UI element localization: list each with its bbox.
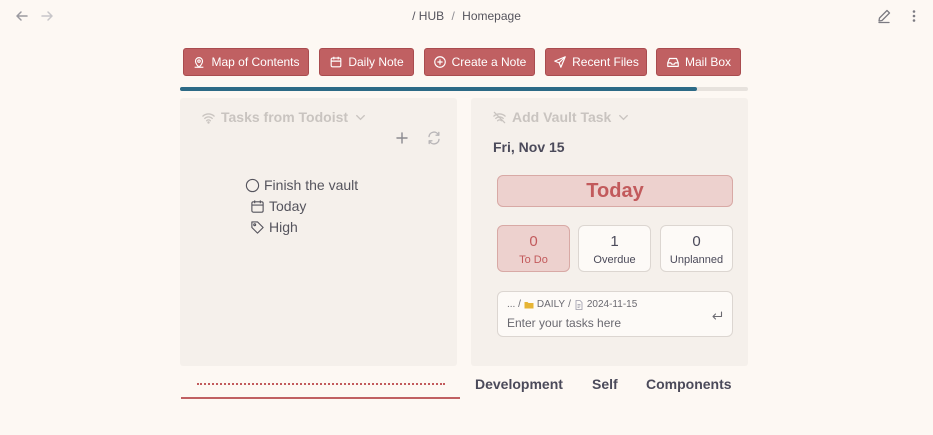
title-bar: / HUB / Homepage xyxy=(0,0,933,32)
task-priority-label: High xyxy=(269,219,298,235)
stat-overdue-value: 1 xyxy=(610,233,619,250)
progress-bar xyxy=(180,87,748,91)
tab-development[interactable]: Development xyxy=(475,376,563,392)
stat-todo[interactable]: 0 To Do xyxy=(497,225,570,272)
refresh-icon[interactable] xyxy=(426,130,442,146)
create-note-label: Create a Note xyxy=(451,55,527,69)
vault-title: Add Vault Task xyxy=(512,109,612,125)
map-pin-icon xyxy=(195,57,204,69)
stat-overdue-label: Overdue xyxy=(593,254,636,266)
daily-note-button[interactable]: Daily Note xyxy=(319,48,414,76)
stat-unplanned[interactable]: 0 Unplanned xyxy=(660,225,733,272)
breadcrumb-parent[interactable]: HUB xyxy=(419,9,444,23)
path-separator: / xyxy=(568,299,571,310)
add-icon[interactable] xyxy=(394,130,410,146)
active-tab-underline xyxy=(181,397,460,399)
stat-todo-label: To Do xyxy=(519,254,548,266)
breadcrumb: / HUB / Homepage xyxy=(0,9,933,23)
todoist-task[interactable]: Finish the vault xyxy=(245,177,358,193)
file-icon xyxy=(575,299,583,310)
recent-files-button[interactable]: Recent Files xyxy=(545,48,647,76)
more-vertical-icon[interactable] xyxy=(906,8,922,24)
task-due-label: Today xyxy=(269,198,307,214)
stat-unplanned-value: 0 xyxy=(692,233,701,250)
stat-unplanned-label: Unplanned xyxy=(669,254,724,266)
inbox-icon xyxy=(667,57,679,67)
mail-box-button[interactable]: Mail Box xyxy=(656,48,741,76)
tab-components[interactable]: Components xyxy=(646,376,732,392)
folder-icon xyxy=(524,301,534,308)
send-icon xyxy=(554,56,566,68)
task-due: Today xyxy=(250,198,306,214)
breadcrumb-separator: / xyxy=(451,9,455,23)
calendar-icon xyxy=(251,199,264,213)
breadcrumb-root: / xyxy=(412,9,416,23)
task-input-box[interactable]: ... / DAILY / 2024-11-15 xyxy=(497,291,733,337)
enter-icon[interactable] xyxy=(711,310,723,322)
chevron-down-icon xyxy=(619,114,629,120)
today-banner[interactable]: Today xyxy=(497,175,733,207)
current-date: Fri, Nov 15 xyxy=(493,139,565,155)
breadcrumb-current[interactable]: Homepage xyxy=(462,9,521,23)
path-prefix: ... / xyxy=(507,299,521,310)
plus-circle-icon xyxy=(433,56,446,68)
map-of-contents-button[interactable]: Map of Contents xyxy=(183,48,309,76)
mail-box-label: Mail Box xyxy=(684,55,731,69)
pencil-icon[interactable] xyxy=(876,8,892,24)
file-path: ... / DAILY / 2024-11-15 xyxy=(507,299,637,310)
wifi-off-icon xyxy=(493,111,506,123)
task-priority: High xyxy=(250,219,298,235)
chevron-down-icon xyxy=(356,114,365,120)
create-note-button[interactable]: Create a Note xyxy=(424,48,535,76)
progress-fill xyxy=(180,87,697,91)
tag-icon xyxy=(251,220,264,234)
daily-note-label: Daily Note xyxy=(348,55,404,69)
stat-overdue[interactable]: 1 Overdue xyxy=(578,225,651,272)
stat-todo-value: 0 xyxy=(529,233,538,250)
tab-self[interactable]: Self xyxy=(592,376,618,392)
recent-files-label: Recent Files xyxy=(572,55,639,69)
task-name: Finish the vault xyxy=(264,177,359,193)
todoist-header[interactable]: Tasks from Todoist xyxy=(201,109,368,125)
calendar-icon xyxy=(330,56,342,68)
active-tab-indicator[interactable] xyxy=(197,383,445,385)
vault-header[interactable]: Add Vault Task xyxy=(492,109,631,125)
task-input[interactable] xyxy=(507,315,702,331)
wifi-icon xyxy=(202,112,215,124)
path-file: 2024-11-15 xyxy=(586,299,638,310)
map-of-contents-label: Map of Contents xyxy=(211,55,300,69)
path-folder: DAILY xyxy=(536,299,566,310)
circle-checkbox-icon[interactable] xyxy=(245,178,260,193)
todoist-panel: Tasks from Todoist xyxy=(180,98,457,366)
todoist-title: Tasks from Todoist xyxy=(221,109,349,125)
